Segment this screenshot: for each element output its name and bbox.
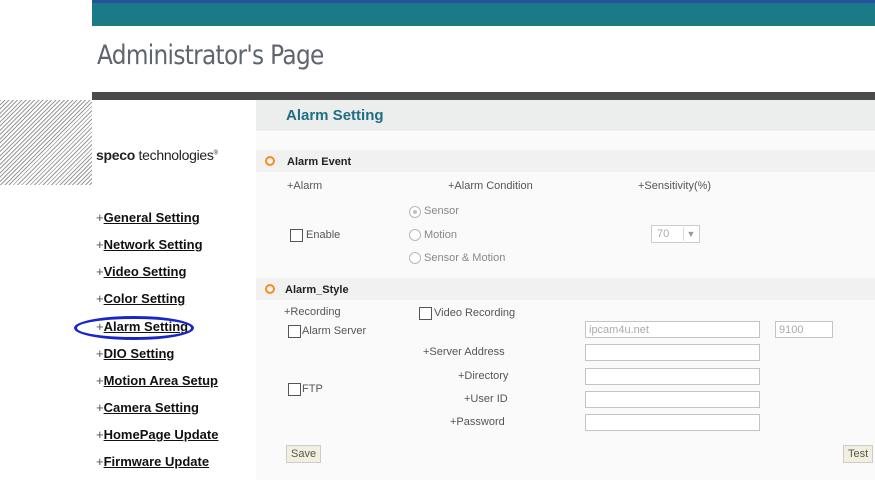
sidebar-item-homepage-update[interactable]: +HomePage Update <box>96 427 218 442</box>
video-recording-checkbox[interactable] <box>419 307 432 320</box>
sidebar-item-network-setting[interactable]: +Network Setting <box>96 237 203 252</box>
alarm-server-label: Alarm Server <box>302 325 367 337</box>
user-id-label: +User ID <box>464 393 508 405</box>
alarm-style-title: Alarm_Style <box>285 284 349 296</box>
condition-sensor-motion-label: Sensor & Motion <box>424 252 506 264</box>
video-recording-label: Video Recording <box>434 307 516 319</box>
decorative-hatch <box>0 100 92 185</box>
bullet-icon <box>265 284 275 294</box>
enable-label: Enable <box>306 229 341 241</box>
sidebar-item-video-setting[interactable]: +Video Setting <box>96 264 186 279</box>
password-label: +Password <box>450 416 505 428</box>
server-address-label: +Server Address <box>423 346 505 358</box>
enable-checkbox[interactable] <box>290 229 303 242</box>
alarm-column-label: +Alarm <box>287 180 323 192</box>
bullet-icon <box>265 156 275 166</box>
test-button[interactable]: Test <box>843 445 874 463</box>
alarm-style-header <box>256 278 875 300</box>
directory-label: +Directory <box>458 370 509 382</box>
recording-label: +Recording <box>284 306 341 318</box>
sidebar-item-firmware-update[interactable]: +Firmware Update <box>96 454 209 469</box>
speco-logo: speco technologies® <box>96 147 218 163</box>
header-divider <box>92 92 875 100</box>
page-title: Alarm Setting <box>286 107 384 124</box>
highlight-ellipse <box>74 316 194 340</box>
header-top-bar <box>92 0 875 26</box>
condition-motion-radio[interactable] <box>409 229 421 241</box>
sensitivity-select[interactable]: 70 ▼ <box>651 225 700 243</box>
condition-sensor-radio[interactable] <box>409 206 421 218</box>
user-id-input[interactable] <box>585 391 760 408</box>
sidebar-item-motion-area-setup[interactable]: +Motion Area Setup <box>96 373 218 388</box>
ftp-checkbox[interactable] <box>288 383 301 396</box>
chevron-down-icon: ▼ <box>683 227 698 241</box>
sensitivity-column-label: +Sensitivity(%) <box>638 180 712 192</box>
sidebar-item-dio-setting[interactable]: +DIO Setting <box>96 346 174 361</box>
ftp-label: FTP <box>302 383 323 395</box>
save-button[interactable]: Save <box>286 445 322 463</box>
alarm-server-host-input[interactable] <box>585 321 760 338</box>
alarm-event-title: Alarm Event <box>287 156 352 168</box>
sidebar-item-general-setting[interactable]: +General Setting <box>96 210 200 225</box>
password-input[interactable] <box>585 414 760 431</box>
sidebar-item-camera-setting[interactable]: +Camera Setting <box>96 400 199 415</box>
server-address-input[interactable] <box>585 344 760 361</box>
settings-panel <box>256 132 875 480</box>
directory-input[interactable] <box>585 368 760 385</box>
page-header-title: Administrator's Page <box>97 40 324 71</box>
alarm-server-port-input[interactable] <box>775 321 833 338</box>
condition-motion-label: Motion <box>424 229 458 241</box>
alarm-condition-column-label: +Alarm Condition <box>448 180 533 192</box>
page-title-bar: Alarm Setting <box>256 100 875 131</box>
condition-sensor-motion-radio[interactable] <box>409 252 421 264</box>
alarm-server-checkbox[interactable] <box>288 325 301 338</box>
sidebar-item-color-setting[interactable]: +Color Setting <box>96 291 185 306</box>
condition-sensor-label: Sensor <box>424 205 459 217</box>
